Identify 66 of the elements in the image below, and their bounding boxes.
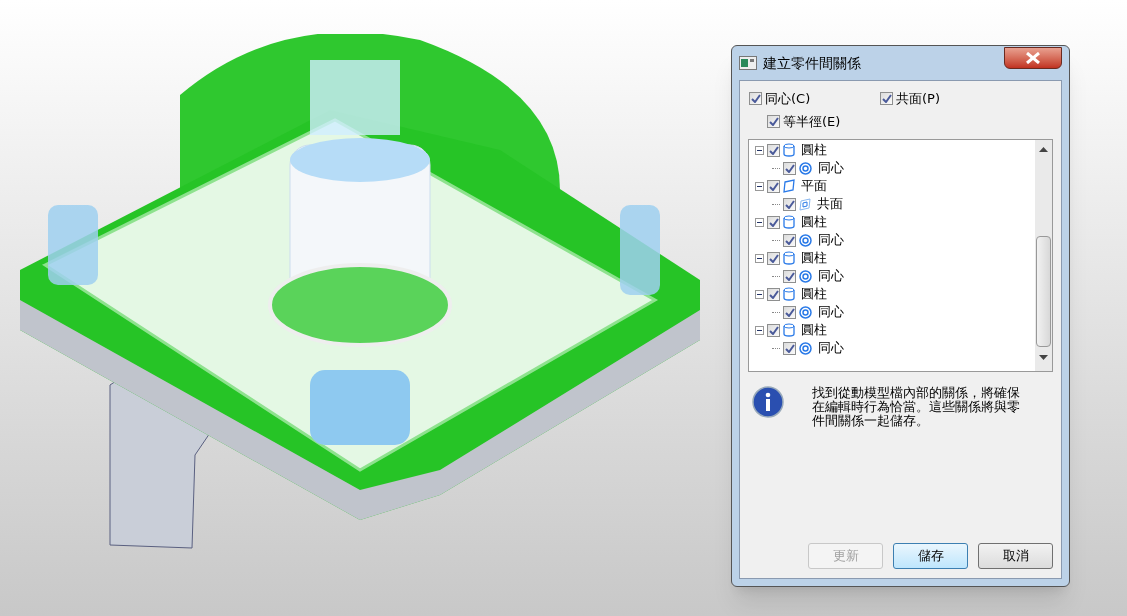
concentric-circles-icon [799,341,812,355]
option-label: 等半徑(E) [783,113,841,131]
minus-icon [757,329,762,331]
window-title: 建立零件間關係 [763,53,861,73]
checkbox[interactable] [783,197,796,211]
plane-icon [783,179,795,193]
minus-icon [757,149,762,151]
close-button[interactable] [1004,47,1062,69]
scroll-thumb[interactable] [1036,236,1051,347]
scrollbar[interactable] [1035,140,1052,371]
collapse-toggle[interactable] [755,325,764,335]
checkbox[interactable] [783,233,796,247]
cylinder-icon [783,215,795,229]
dialog-button[interactable]: 儲存 [893,543,968,569]
checkbox[interactable] [767,251,780,265]
checkbox[interactable] [767,179,780,193]
tree-item[interactable]: 圓柱 [801,212,827,232]
cylinder-icon [783,287,795,301]
checkbox[interactable] [767,143,780,157]
collapse-toggle[interactable] [755,253,764,263]
tree-item[interactable]: 圓柱 [801,284,827,304]
info-message: 找到從動模型檔內部的關係，將確保在編輯時行為恰當。這些關係將與零件間關係一起儲存。 [812,386,1021,428]
collapse-toggle[interactable] [755,145,764,155]
concentric-circles-icon [799,233,812,247]
cylinder-icon [783,323,795,337]
tree-item[interactable]: 共面 [817,194,843,214]
cylinder-icon [783,251,795,265]
tree-item[interactable]: 圓柱 [801,248,827,268]
minus-icon [757,221,762,223]
tree-item[interactable]: 同心 [818,266,844,286]
concentric-circles-icon [799,269,812,283]
checkbox[interactable] [749,92,762,106]
close-icon [1025,52,1041,64]
concentric-circles-icon [799,305,812,319]
tree-item[interactable]: 同心 [818,302,844,322]
concentric-circles-icon [799,161,812,175]
tree-item[interactable]: 圓柱 [801,320,827,340]
collapse-toggle[interactable] [755,181,764,191]
collapse-toggle[interactable] [755,289,764,299]
info-icon [752,386,784,418]
checkbox[interactable] [783,305,796,319]
checkbox[interactable] [783,341,796,355]
tree-item[interactable]: 圓柱 [801,140,827,160]
window-icon [739,56,757,70]
tree-item[interactable]: 同心 [818,158,844,178]
option-label: 共面(P) [896,90,940,108]
checkbox[interactable] [767,287,780,301]
option-label: 同心(C) [765,90,811,108]
checkbox[interactable] [880,92,893,106]
tree-item[interactable]: 平面 [801,176,827,196]
tree-item[interactable]: 同心 [818,338,844,358]
dialog-button[interactable]: 取消 [978,543,1053,569]
checkbox[interactable] [767,323,780,337]
minus-icon [757,293,762,295]
minus-icon [757,257,762,259]
minus-icon [757,185,762,187]
collapse-toggle[interactable] [755,217,764,227]
scroll-down-icon[interactable] [1039,355,1048,361]
tree-item[interactable]: 同心 [818,230,844,250]
checkbox[interactable] [767,215,780,229]
scroll-up-icon[interactable] [1039,146,1048,152]
cylinder-icon [783,143,795,157]
checkbox[interactable] [783,269,796,283]
plane-icon [799,197,811,211]
checkbox[interactable] [767,115,780,129]
checkbox[interactable] [783,161,796,175]
